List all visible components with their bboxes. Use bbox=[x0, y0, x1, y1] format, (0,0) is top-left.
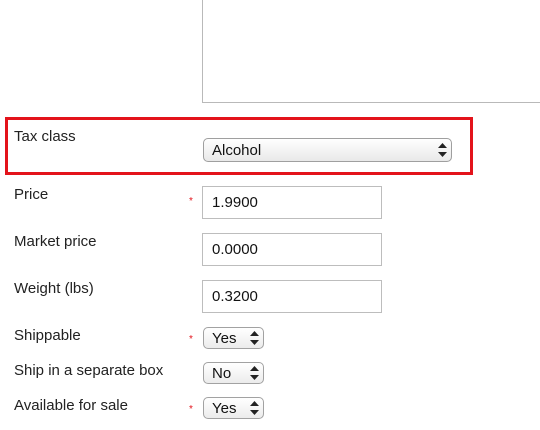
market-price-input-value: 0.0000 bbox=[212, 241, 258, 258]
separate-box-label: Ship in a separate box bbox=[14, 362, 164, 379]
description-textarea[interactable] bbox=[202, 0, 540, 103]
product-form: Tax class Alcohol Price * 1.9900 Market … bbox=[0, 0, 540, 430]
price-required-mark: * bbox=[189, 196, 193, 207]
available-select[interactable]: Yes bbox=[203, 397, 264, 419]
shippable-required-mark: * bbox=[189, 334, 193, 345]
separate-box-select-value: No bbox=[212, 364, 232, 382]
weight-label: Weight (lbs) bbox=[14, 280, 94, 297]
market-price-input[interactable]: 0.0000 bbox=[202, 233, 382, 266]
select-arrows-icon bbox=[250, 366, 259, 380]
select-arrows-icon bbox=[250, 401, 259, 415]
available-select-value: Yes bbox=[212, 399, 237, 417]
separate-box-select[interactable]: No bbox=[203, 362, 264, 384]
weight-input[interactable]: 0.3200 bbox=[202, 280, 382, 313]
price-input[interactable]: 1.9900 bbox=[202, 186, 382, 219]
shippable-select[interactable]: Yes bbox=[203, 327, 264, 349]
available-required-mark: * bbox=[189, 404, 193, 415]
weight-input-value: 0.3200 bbox=[212, 288, 258, 305]
price-input-value: 1.9900 bbox=[212, 194, 258, 211]
market-price-label: Market price bbox=[14, 233, 97, 250]
shippable-select-value: Yes bbox=[212, 329, 237, 347]
tax-class-select[interactable]: Alcohol bbox=[203, 138, 452, 162]
tax-class-select-value: Alcohol bbox=[212, 141, 262, 159]
available-label: Available for sale bbox=[14, 397, 128, 414]
shippable-label: Shippable bbox=[14, 327, 81, 344]
select-arrows-icon bbox=[438, 143, 447, 157]
tax-class-label: Tax class bbox=[14, 128, 76, 145]
price-label: Price bbox=[14, 186, 49, 203]
select-arrows-icon bbox=[250, 331, 259, 345]
